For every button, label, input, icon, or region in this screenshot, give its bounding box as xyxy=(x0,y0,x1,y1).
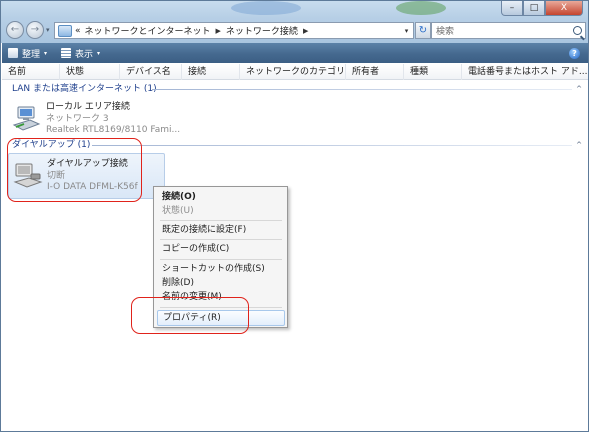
search-placeholder: 検索 xyxy=(436,27,455,37)
content-area: LAN または高速インターネット (1) ^ ローカル エリア接続 ネットワーク… xyxy=(2,81,588,431)
views-label: 表示 xyxy=(75,49,94,60)
column-header-type[interactable]: 種類 xyxy=(404,64,462,80)
column-header-owner[interactable]: 所有者 xyxy=(346,64,404,80)
group-title: LAN または高速インターネット (1) xyxy=(12,84,157,94)
annotation-highlight-dialup xyxy=(7,138,142,202)
navigation-bar: ← → ▾ « ネットワークとインターネット ▶ ネットワーク接続 ▶ ▾ ↻ … xyxy=(6,21,586,41)
breadcrumb-network-internet[interactable]: ネットワークとインターネット xyxy=(85,24,211,37)
breadcrumb-overflow[interactable]: « xyxy=(75,26,81,36)
group-divider xyxy=(152,89,572,90)
refresh-button[interactable]: ↻ xyxy=(415,22,431,39)
network-adapter-icon xyxy=(12,106,41,131)
column-header-status[interactable]: 状態 xyxy=(60,64,120,80)
history-dropdown-icon[interactable]: ▾ xyxy=(46,26,50,34)
help-icon[interactable]: ? xyxy=(569,47,580,59)
close-button[interactable]: X xyxy=(545,1,583,16)
organize-label: 整理 xyxy=(22,49,41,60)
forward-button[interactable]: → xyxy=(26,21,44,39)
list-item-local-area-connection[interactable]: ローカル エリア接続 ネットワーク 3 Realtek RTL8169/8110… xyxy=(8,97,180,143)
explorer-window: – □ X ← → ▾ « ネットワークとインターネット ▶ ネットワーク接続 … xyxy=(0,0,589,432)
item-network: ネットワーク 3 xyxy=(46,114,109,124)
column-header-device[interactable]: デバイス名 xyxy=(120,64,182,80)
menu-item-connect[interactable]: 接続(O) xyxy=(157,190,285,204)
search-input[interactable]: 検索 xyxy=(431,22,586,39)
breadcrumb-separator-icon[interactable]: ▶ xyxy=(216,27,221,35)
window-controls: – □ X xyxy=(501,1,583,17)
menu-item-status: 状態(U) xyxy=(162,206,194,216)
title-bar: – □ X ← → ▾ « ネットワークとインターネット ▶ ネットワーク接続 … xyxy=(1,1,588,43)
group-header-lan[interactable]: LAN または高速インターネット (1) ^ xyxy=(2,82,588,96)
menu-item-create-copy[interactable]: コピーの作成(C) xyxy=(157,242,285,256)
glass-decoration xyxy=(231,1,301,15)
annotation-highlight-properties xyxy=(131,297,249,334)
menu-separator xyxy=(160,220,282,221)
group-divider xyxy=(92,145,572,146)
menu-item-create-shortcut[interactable]: ショートカットの作成(S) xyxy=(157,262,285,276)
column-header-phone-host[interactable]: 電話番号またはホスト アド... xyxy=(462,64,588,80)
address-dropdown-icon[interactable]: ▾ xyxy=(400,27,413,35)
column-headers: 名前 状態 デバイス名 接続 ネットワークのカテゴリ 所有者 種類 電話番号また… xyxy=(2,64,588,80)
minimize-button[interactable]: – xyxy=(501,1,523,16)
column-header-name[interactable]: 名前 xyxy=(2,64,60,80)
menu-item-delete[interactable]: 削除(D) xyxy=(157,276,285,290)
address-bar[interactable]: « ネットワークとインターネット ▶ ネットワーク接続 ▶ ▾ xyxy=(54,22,414,39)
views-icon xyxy=(61,48,72,58)
collapse-icon[interactable]: ^ xyxy=(576,82,582,96)
column-header-connection[interactable]: 接続 xyxy=(182,64,240,80)
menu-item-set-default[interactable]: 既定の接続に設定(F) xyxy=(157,223,285,237)
item-device: Realtek RTL8169/8110 Fami... xyxy=(46,125,181,135)
chevron-down-icon: ▾ xyxy=(44,49,48,57)
organize-button[interactable]: 整理 ▾ xyxy=(8,47,47,60)
search-icon[interactable] xyxy=(573,26,582,35)
menu-separator xyxy=(160,239,282,240)
command-toolbar: 整理 ▾ 表示 ▾ ? xyxy=(2,43,588,63)
collapse-icon[interactable]: ^ xyxy=(576,138,582,152)
glass-decoration xyxy=(396,1,446,15)
chevron-down-icon: ▾ xyxy=(97,49,101,57)
maximize-button[interactable]: □ xyxy=(523,1,545,16)
control-panel-icon xyxy=(58,24,72,37)
breadcrumb-network-connections[interactable]: ネットワーク接続 xyxy=(226,24,298,37)
views-button[interactable]: 表示 ▾ xyxy=(61,47,100,60)
organize-icon xyxy=(8,48,18,58)
breadcrumb-separator-icon[interactable]: ▶ xyxy=(303,27,308,35)
column-header-network-category[interactable]: ネットワークのカテゴリ xyxy=(240,64,346,80)
back-button[interactable]: ← xyxy=(6,21,24,39)
menu-separator xyxy=(160,259,282,260)
